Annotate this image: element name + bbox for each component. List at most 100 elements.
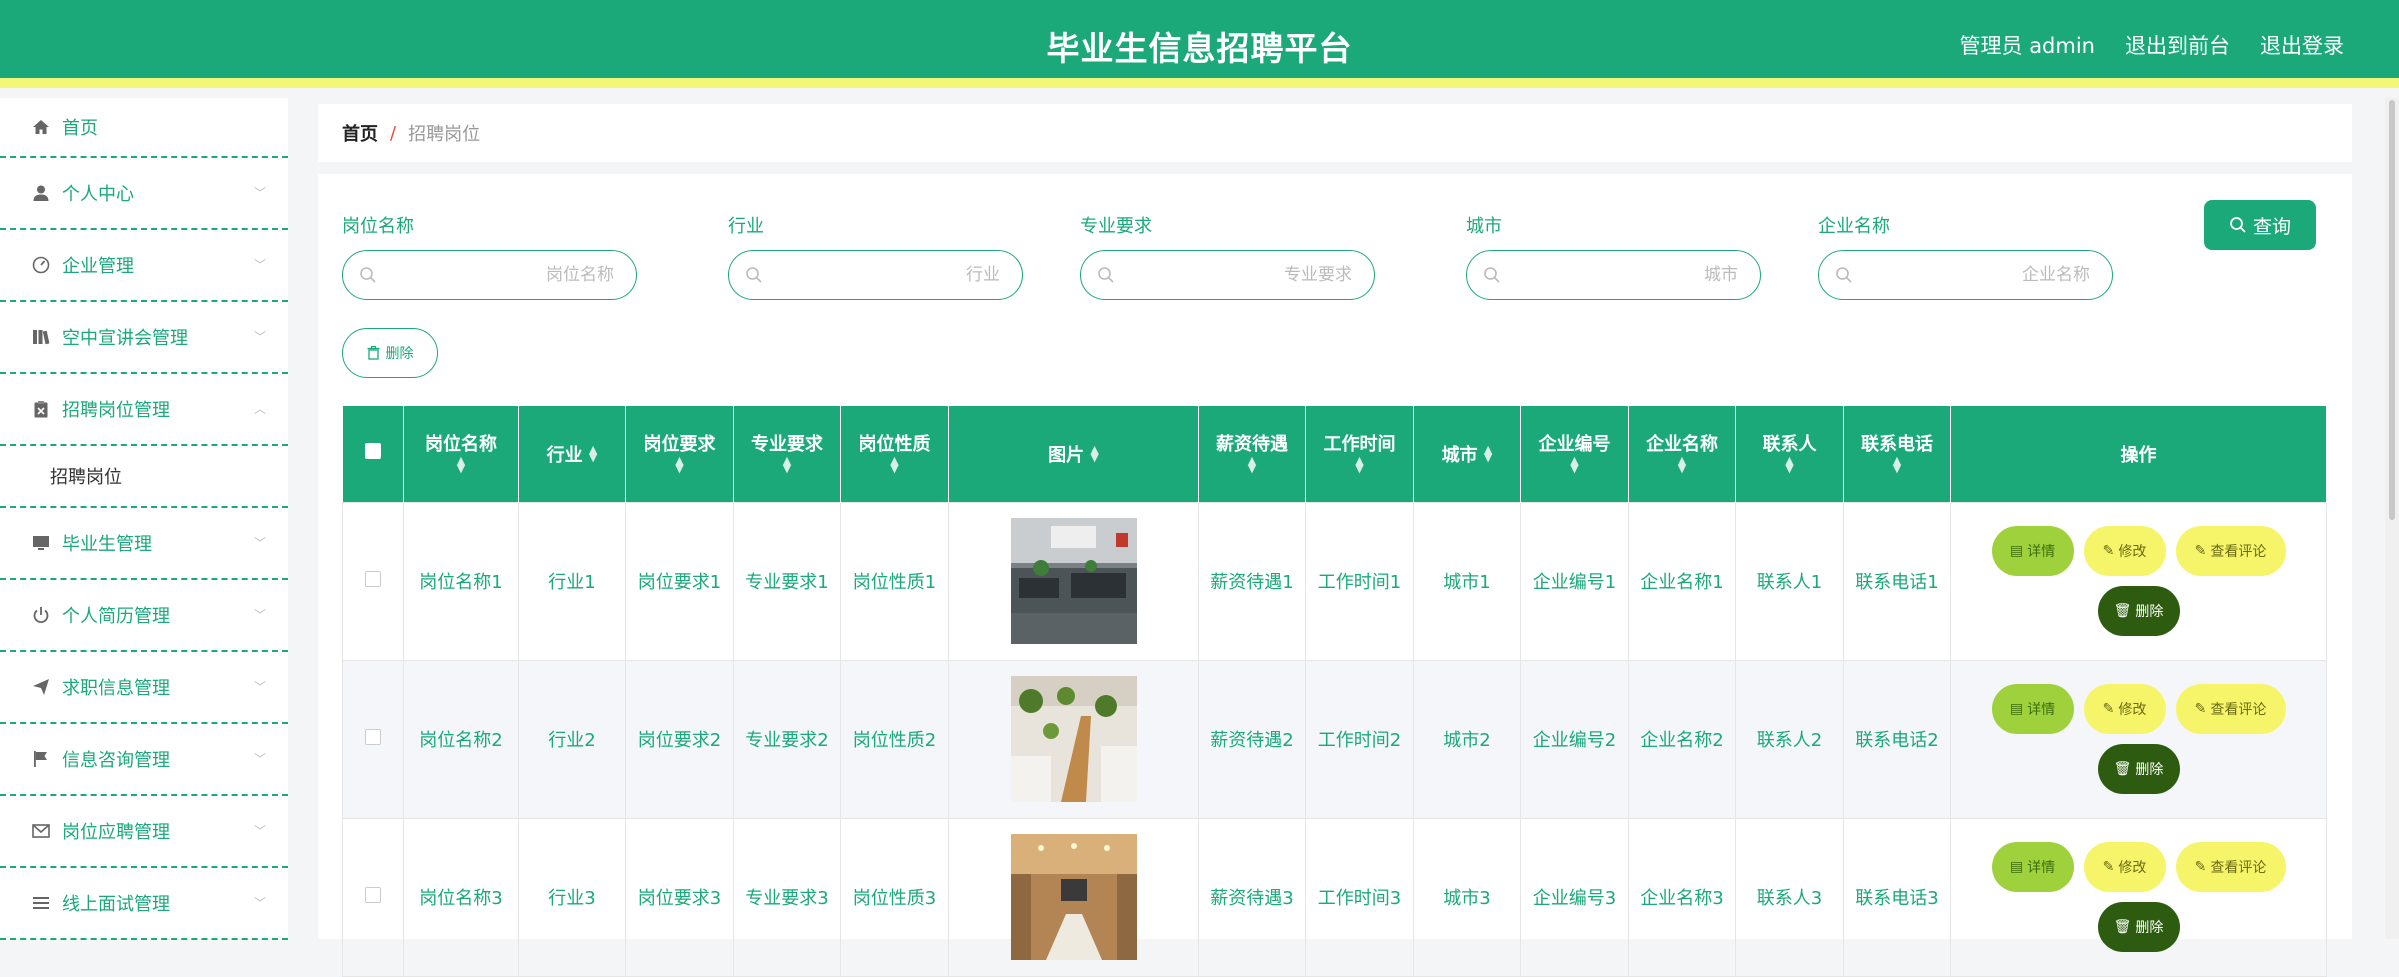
cell: 企业编号2 (1520, 659, 1629, 819)
row-checkbox[interactable] (365, 886, 381, 903)
breadcrumb-home[interactable]: 首页 (342, 120, 378, 146)
sort-icon: ▲ ▼ (675, 454, 684, 476)
sidebar-item-consult[interactable]: 信息咨询管理 ﹀ (0, 724, 288, 796)
sidebar-subitem-job-posts[interactable]: 招聘岗位 (0, 446, 288, 508)
col-header[interactable]: 联系电话 ▲ ▼ (1843, 406, 1951, 502)
edit-button[interactable]: ✎ 修改 (2083, 842, 2166, 892)
view-comments-button[interactable]: ✎ 查看评论 (2175, 526, 2286, 576)
row-checkbox[interactable] (365, 728, 381, 745)
detail-button[interactable]: ▤ 详情 (1991, 842, 2074, 892)
sort-icon: ▲ ▼ (1355, 454, 1364, 476)
col-header[interactable]: 专业要求 ▲ ▼ (733, 406, 841, 502)
office-photo[interactable] (1010, 518, 1137, 644)
sidebar-item-graduates[interactable]: 毕业生管理 ﹀ (0, 508, 288, 580)
cell: 薪资待遇3 (1198, 817, 1306, 977)
col-header[interactable]: 企业名称 ▲ ▼ (1628, 406, 1736, 502)
select-all-checkbox[interactable] (364, 443, 381, 460)
company-input[interactable] (1853, 265, 2090, 285)
delete-button[interactable]: 🗑 删除 (2097, 586, 2180, 636)
col-header[interactable]: 联系人 ▲ ▼ (1735, 406, 1844, 502)
industry-input[interactable] (763, 265, 1000, 285)
power-icon (30, 604, 52, 626)
front-link[interactable]: 退出到前台 (2125, 30, 2230, 60)
sidebar-item-apply[interactable]: 岗位应聘管理 ﹀ (0, 796, 288, 868)
office-photo[interactable] (1010, 834, 1137, 960)
col-header[interactable]: 城市 ▲ ▼ (1413, 406, 1521, 502)
col-header[interactable]: 行业 ▲ ▼ (518, 406, 626, 502)
pencil-icon: ✎ (2102, 701, 2115, 717)
edit-button[interactable]: ✎ 修改 (2083, 684, 2166, 734)
sidebar-item-resume[interactable]: 个人简历管理 ﹀ (0, 580, 288, 652)
trash-icon: 🗑 (2113, 919, 2132, 935)
sort-icon: ▲ ▼ (1247, 454, 1257, 476)
cell: 行业3 (518, 817, 626, 977)
major-input[interactable] (1115, 265, 1352, 285)
cell: 工作时间3 (1305, 817, 1414, 977)
view-comments-button[interactable]: ✎ 查看评论 (2175, 842, 2286, 892)
cell: 专业要求1 (733, 501, 841, 661)
main-panel: 岗位名称 行业 专业要求 城市 企业名称 查询 (318, 174, 2352, 977)
cell: 城市2 (1413, 659, 1521, 819)
search-field-major: 专业要求 (1080, 212, 1375, 300)
edit-button[interactable]: ✎ 修改 (2083, 526, 2166, 576)
sidebar-item-home[interactable]: 首页 (0, 98, 288, 158)
search-icon (1836, 267, 1852, 283)
search-box[interactable] (342, 250, 637, 300)
search-box[interactable] (1818, 250, 2113, 300)
cell: 联系人3 (1735, 817, 1844, 977)
cell: 岗位名称1 (403, 501, 519, 661)
sidebar-item-company[interactable]: 企业管理 ﹀ (0, 230, 288, 302)
job-name-input[interactable] (377, 265, 614, 285)
page-scrollbar[interactable] (2385, 98, 2399, 939)
home-icon (30, 116, 52, 138)
field-label: 岗位名称 (342, 216, 414, 237)
office-photo[interactable] (1010, 676, 1137, 802)
logout-link[interactable]: 退出登录 (2260, 30, 2344, 60)
search-box[interactable] (1080, 250, 1375, 300)
chevron-down-icon: ﹀ (253, 608, 266, 622)
actions-cell: ▤ 详情 ✎ 修改 ✎ 查看评论 🗑 删除 (1950, 817, 2327, 977)
batch-delete-button[interactable]: 删除 (342, 328, 438, 378)
col-header[interactable]: 薪资待遇 ▲ ▼ (1198, 406, 1306, 502)
trash-icon: 🗑 (2113, 603, 2132, 619)
city-input[interactable] (1501, 265, 1738, 285)
row-checkbox[interactable] (365, 570, 381, 587)
scrollbar-thumb[interactable] (2389, 100, 2395, 520)
col-header[interactable]: 岗位性质 ▲ ▼ (840, 406, 949, 502)
search-icon (1098, 267, 1114, 283)
sidebar-item-label: 线上面试管理 (62, 894, 170, 915)
cell: 城市1 (1413, 501, 1521, 661)
delete-button[interactable]: 🗑 删除 (2097, 902, 2180, 952)
sort-icon: ▲ ▼ (1785, 454, 1794, 476)
view-comments-button[interactable]: ✎ 查看评论 (2175, 684, 2286, 734)
col-header[interactable]: 岗位要求 ▲ ▼ (625, 406, 734, 502)
send-icon (30, 676, 52, 698)
detail-button[interactable]: ▤ 详情 (1991, 684, 2074, 734)
trash-icon: 🗑 (2113, 761, 2132, 777)
detail-button[interactable]: ▤ 详情 (1991, 526, 2074, 576)
search-box[interactable] (728, 250, 1023, 300)
sidebar-item-profile[interactable]: 个人中心 ﹀ (0, 158, 288, 230)
flag-icon (30, 748, 52, 770)
delete-button[interactable]: 🗑 删除 (2097, 744, 2180, 794)
cell: 企业名称3 (1628, 817, 1736, 977)
query-button[interactable]: 查询 (2204, 200, 2316, 250)
table-row: 岗位名称1 行业1 岗位要求1 专业要求1 岗位性质1 薪资待遇1 工作时间1 … (342, 501, 2327, 661)
sidebar-item-jobs[interactable]: 招聘岗位管理 ︿ (0, 374, 288, 446)
cell: 岗位要求1 (625, 501, 734, 661)
monitor-icon (30, 532, 52, 554)
col-header[interactable]: 企业编号 ▲ ▼ (1520, 406, 1629, 502)
cell: 岗位性质2 (840, 659, 949, 819)
top-header: 毕业生信息招聘平台 管理员 admin 退出到前台 退出登录 (0, 0, 2399, 88)
col-header[interactable]: 工作时间 ▲ ▼ (1305, 406, 1414, 502)
sort-icon: ▲ ▼ (782, 454, 792, 476)
sidebar-item-job-seeking[interactable]: 求职信息管理 ﹀ (0, 652, 288, 724)
col-header[interactable]: 岗位名称 ▲ ▼ (403, 406, 519, 502)
search-box[interactable] (1466, 250, 1761, 300)
sidebar-item-seminar[interactable]: 空中宣讲会管理 ﹀ (0, 302, 288, 374)
cell: 岗位名称3 (403, 817, 519, 977)
sidebar-item-interview[interactable]: 线上面试管理 ﹀ (0, 868, 288, 940)
col-header[interactable]: 图片 ▲ ▼ (948, 406, 1199, 502)
pencil-icon: ✎ (2194, 701, 2207, 717)
chevron-down-icon: ﹀ (253, 536, 266, 550)
